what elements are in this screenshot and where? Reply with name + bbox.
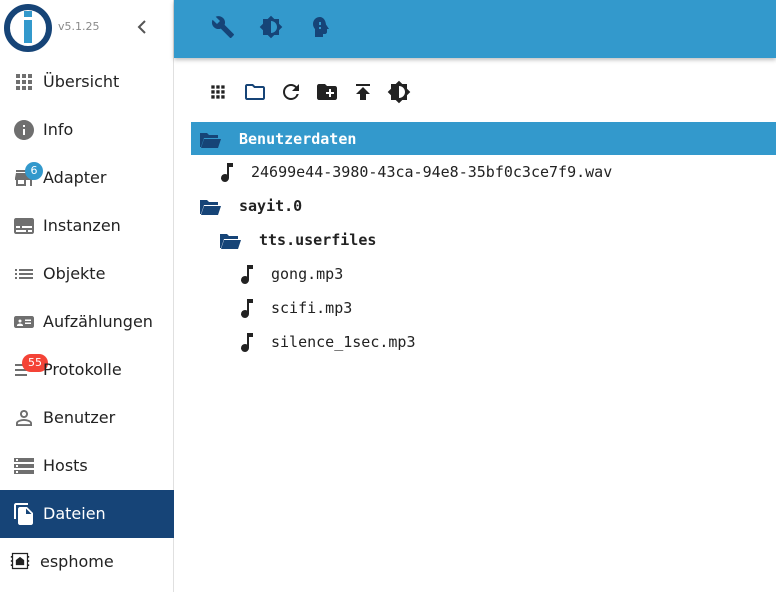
top-bar: [174, 0, 776, 58]
folder-open-icon: [200, 200, 221, 215]
file-copy-icon: [14, 503, 33, 525]
tree-row[interactable]: scifi.mp3: [191, 291, 776, 325]
file-tree: Benutzerdaten 24699e44-3980-43ca-94e8-35…: [191, 122, 776, 359]
storage-icon: [14, 458, 34, 474]
sidebar-item-label: Info: [43, 120, 74, 139]
grid-view-icon[interactable]: [206, 80, 230, 104]
chevron-left-icon[interactable]: [132, 15, 152, 39]
sidebar-item-adapter[interactable]: 6 Adapter: [0, 154, 174, 202]
adapter-count-badge: 6: [25, 162, 43, 180]
sidebar-item-uebersicht[interactable]: Übersicht: [0, 58, 174, 106]
folder-icon[interactable]: [243, 80, 267, 104]
expert-mode-icon[interactable]: [307, 15, 331, 39]
tree-row-label: sayit.0: [239, 197, 303, 215]
sidebar-item-label: Übersicht: [43, 72, 120, 91]
tree-row[interactable]: gong.mp3: [191, 257, 776, 291]
sidebar-item-label: Instanzen: [43, 216, 121, 235]
iobroker-logo: [4, 4, 52, 52]
music-note-icon: [221, 163, 233, 182]
sidebar-item-label: Aufzählungen: [43, 312, 153, 331]
sidebar-item-objekte[interactable]: Objekte: [0, 250, 174, 298]
music-note-icon: [241, 333, 253, 352]
version-label: v5.1.25: [58, 20, 100, 33]
sidebar-item-info[interactable]: Info: [0, 106, 174, 154]
tree-row[interactable]: tts.userfiles: [191, 223, 776, 257]
tree-row[interactable]: sayit.0: [191, 189, 776, 223]
sidebar-item-benutzer[interactable]: Benutzer: [0, 394, 174, 442]
folder-open-icon: [220, 234, 241, 249]
tree-row-label: 24699e44-3980-43ca-94e8-35bf0c3ce7f9.wav: [251, 163, 613, 181]
refresh-icon[interactable]: [279, 80, 303, 104]
tree-row[interactable]: 24699e44-3980-43ca-94e8-35bf0c3ce7f9.wav: [191, 155, 776, 189]
info-icon: [14, 120, 34, 140]
wrench-icon[interactable]: [211, 15, 235, 39]
music-note-icon: [241, 299, 253, 318]
tree-row-label: gong.mp3: [271, 265, 344, 283]
tree-row-label: tts.userfiles: [259, 231, 377, 249]
logo-row: v5.1.25: [0, 0, 173, 58]
tree-row-label: silence_1sec.mp3: [271, 333, 416, 351]
sidebar-item-label: Objekte: [43, 264, 106, 283]
sidebar: v5.1.25 Übersicht Info 6 Adapter Instanz…: [0, 0, 174, 592]
sidebar-item-dateien[interactable]: Dateien: [0, 490, 174, 538]
sidebar-item-instanzen[interactable]: Instanzen: [0, 202, 174, 250]
brightness-icon[interactable]: [259, 15, 283, 39]
folder-open-icon: [200, 133, 221, 148]
create-folder-icon[interactable]: [315, 80, 339, 104]
sidebar-nav: Übersicht Info 6 Adapter Instanzen Objek…: [0, 58, 174, 586]
sidebar-item-protokolle[interactable]: 55 Protokolle: [0, 346, 174, 394]
sidebar-item-label: Benutzer: [43, 408, 116, 427]
music-note-icon: [241, 265, 253, 284]
sidebar-item-label: Dateien: [43, 504, 106, 523]
sidebar-item-aufzaehlungen[interactable]: Aufzählungen: [0, 298, 174, 346]
sidebar-item-label: Adapter: [43, 168, 107, 187]
apps-icon: [16, 74, 32, 90]
sidebar-item-hosts[interactable]: Hosts: [0, 442, 174, 490]
sidebar-item-label: Protokolle: [43, 360, 122, 379]
contact-card-icon: [14, 316, 34, 328]
subtitles-icon: [14, 218, 34, 234]
list-icon: [15, 269, 33, 279]
brightness-icon[interactable]: [387, 80, 411, 104]
upload-icon[interactable]: [351, 80, 375, 104]
sidebar-item-label: Hosts: [43, 456, 88, 475]
sidebar-item-label: esphome: [40, 552, 114, 571]
tree-row[interactable]: Benutzerdaten: [191, 122, 776, 155]
tree-row-label: scifi.mp3: [271, 299, 353, 317]
person-icon: [16, 410, 32, 426]
sidebar-item-esphome[interactable]: esphome: [0, 538, 174, 586]
tree-row-label: Benutzerdaten: [239, 130, 357, 148]
tree-row[interactable]: silence_1sec.mp3: [191, 325, 776, 359]
esphome-icon: [10, 552, 30, 570]
